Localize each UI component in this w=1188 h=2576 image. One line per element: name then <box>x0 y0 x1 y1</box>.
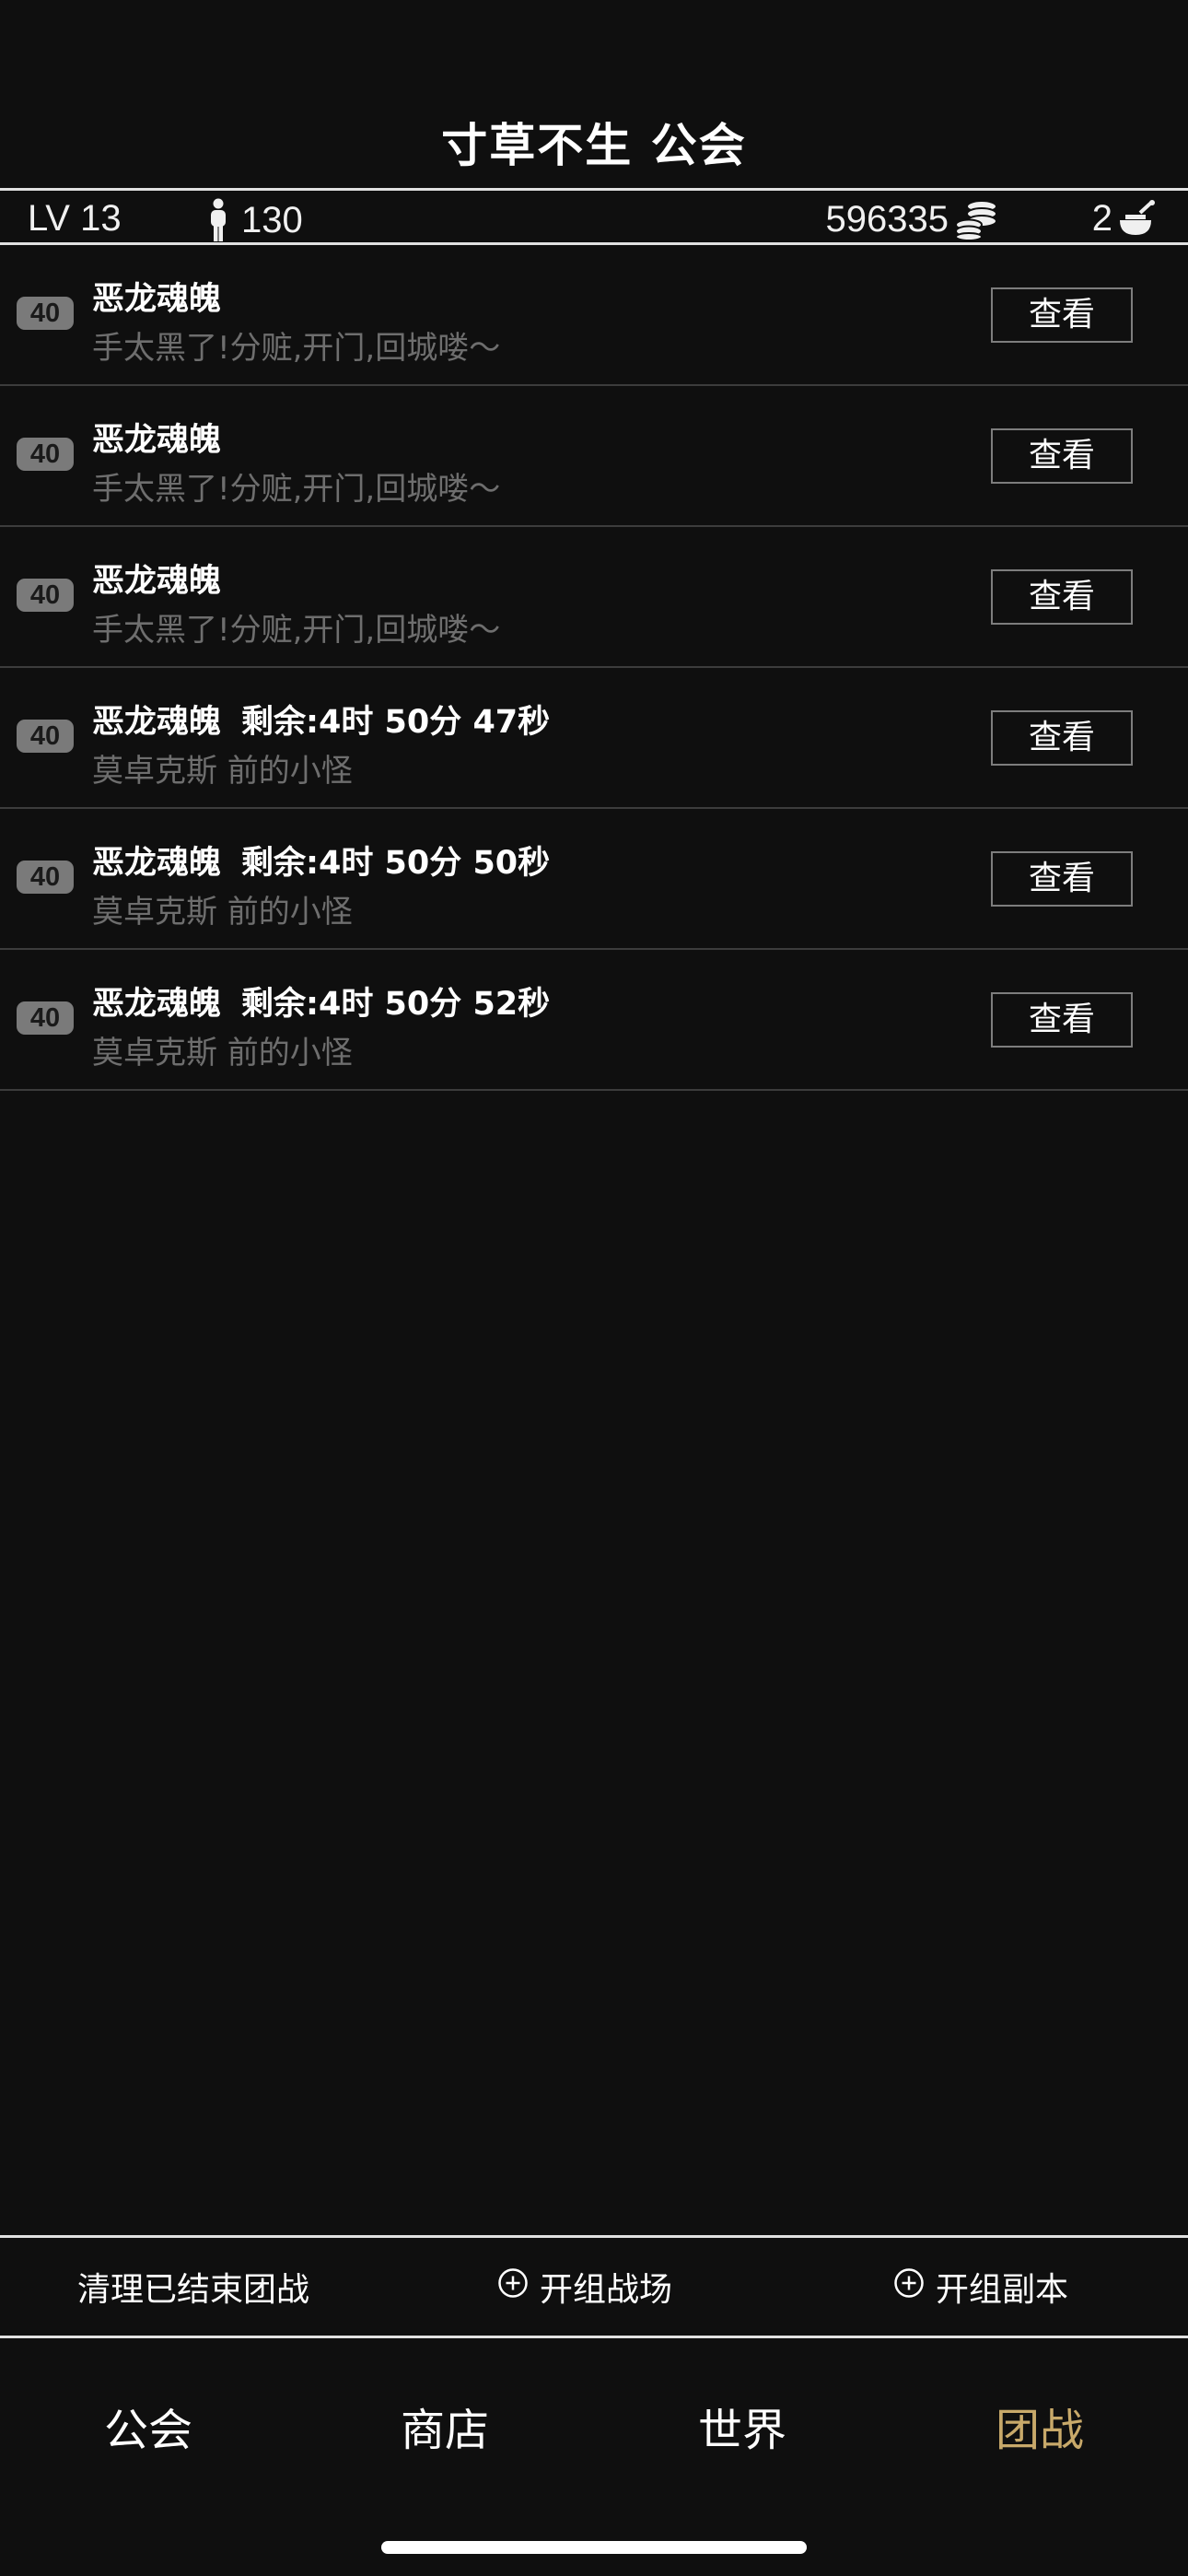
home-indicator <box>381 2541 807 2554</box>
clear-finished-raids-label: 清理已结束团战 <box>77 2271 310 2309</box>
ticket-count: 2 <box>1092 198 1155 240</box>
level-badge: 40 <box>17 297 74 330</box>
raid-title: 恶龙魂魄 剩余:4时 50分 52秒 <box>92 978 550 1025</box>
raid-title: 恶龙魂魄 <box>92 555 221 602</box>
raid-row[interactable]: 40 恶龙魂魄 手太黑了!分赃,开门,回城喽～ 查看 <box>0 386 1188 527</box>
guild-level: LV 13 <box>28 198 122 239</box>
ticket-icon <box>1116 199 1155 239</box>
tab-shop[interactable]: 商店 <box>297 2394 593 2458</box>
raid-title: 恶龙魂魄 <box>92 414 221 461</box>
raid-timer: 剩余:4时 50分 50秒 <box>241 845 551 882</box>
plus-circle-icon <box>893 2267 925 2307</box>
level-badge: 40 <box>17 861 74 894</box>
raid-subtitle: 手太黑了!分赃,开门,回城喽～ <box>92 471 501 508</box>
open-dungeon-button[interactable]: 开组副本 <box>893 2238 1068 2336</box>
guild-status-bar: LV 13 130 596335 2 <box>0 188 1188 245</box>
raid-name: 恶龙魂魄 <box>92 845 222 882</box>
raid-list: 40 恶龙魂魄 手太黑了!分赃,开门,回城喽～ 查看 40 恶龙魂魄 手太黑了!… <box>0 245 1188 1091</box>
ticket-value: 2 <box>1091 198 1112 239</box>
view-button[interactable]: 查看 <box>991 569 1133 625</box>
tab-raid[interactable]: 团战 <box>891 2394 1188 2458</box>
level-badge: 40 <box>17 720 74 753</box>
level-badge: 40 <box>17 1001 74 1035</box>
raid-subtitle: 手太黑了!分赃,开门,回城喽～ <box>92 330 501 367</box>
raid-title: 恶龙魂魄 <box>92 273 221 320</box>
gold-amount: 596335 <box>826 198 1000 240</box>
raid-name: 恶龙魂魄 <box>92 281 222 318</box>
plus-circle-icon <box>497 2267 529 2307</box>
tab-guild[interactable]: 公会 <box>0 2394 297 2458</box>
raid-subtitle: 手太黑了!分赃,开门,回城喽～ <box>92 612 501 649</box>
level-badge: 40 <box>17 579 74 612</box>
open-dungeon-label: 开组副本 <box>936 2271 1069 2309</box>
person-icon <box>208 198 228 242</box>
raid-row[interactable]: 40 恶龙魂魄 剩余:4时 50分 50秒 莫卓克斯 前的小怪 查看 <box>0 809 1188 950</box>
raid-subtitle: 莫卓克斯 前的小怪 <box>92 1035 353 1071</box>
raid-timer: 剩余:4时 50分 52秒 <box>241 986 551 1023</box>
bottom-tab-bar: 公会 商店 世界 团战 <box>0 2338 1188 2504</box>
tab-world[interactable]: 世界 <box>594 2394 891 2458</box>
view-button[interactable]: 查看 <box>991 710 1133 766</box>
raid-name: 恶龙魂魄 <box>92 422 222 459</box>
raid-name: 恶龙魂魄 <box>92 986 222 1023</box>
raid-row[interactable]: 40 恶龙魂魄 手太黑了!分赃,开门,回城喽～ 查看 <box>0 527 1188 668</box>
raid-subtitle: 莫卓克斯 前的小怪 <box>92 894 353 931</box>
raid-subtitle: 莫卓克斯 前的小怪 <box>92 753 353 790</box>
raid-title: 恶龙魂魄 剩余:4时 50分 47秒 <box>92 696 550 743</box>
level-badge: 40 <box>17 438 74 471</box>
view-button[interactable]: 查看 <box>991 428 1133 484</box>
view-button[interactable]: 查看 <box>991 992 1133 1048</box>
action-bar: 清理已结束团战 开组战场 开组副本 <box>0 2235 1188 2338</box>
view-button[interactable]: 查看 <box>991 287 1133 343</box>
view-button[interactable]: 查看 <box>991 851 1133 907</box>
member-count: 130 <box>208 198 303 242</box>
open-battlefield-label: 开组战场 <box>540 2271 673 2309</box>
raid-row[interactable]: 40 恶龙魂魄 剩余:4时 50分 52秒 莫卓克斯 前的小怪 查看 <box>0 950 1188 1091</box>
clear-finished-raids-button[interactable]: 清理已结束团战 <box>77 2238 309 2336</box>
raid-timer: 剩余:4时 50分 47秒 <box>241 704 551 741</box>
coin-stack-icon <box>954 198 1000 240</box>
page-title: 寸草不生 公会 <box>441 119 747 172</box>
raid-row[interactable]: 40 恶龙魂魄 剩余:4时 50分 47秒 莫卓克斯 前的小怪 查看 <box>0 668 1188 809</box>
open-battlefield-button[interactable]: 开组战场 <box>497 2238 672 2336</box>
raid-title: 恶龙魂魄 剩余:4时 50分 50秒 <box>92 837 550 884</box>
raid-row[interactable]: 40 恶龙魂魄 手太黑了!分赃,开门,回城喽～ 查看 <box>0 245 1188 386</box>
member-count-value: 130 <box>241 199 303 240</box>
raid-name: 恶龙魂魄 <box>92 704 222 741</box>
gold-value: 596335 <box>825 198 949 240</box>
raid-name: 恶龙魂魄 <box>92 563 222 600</box>
